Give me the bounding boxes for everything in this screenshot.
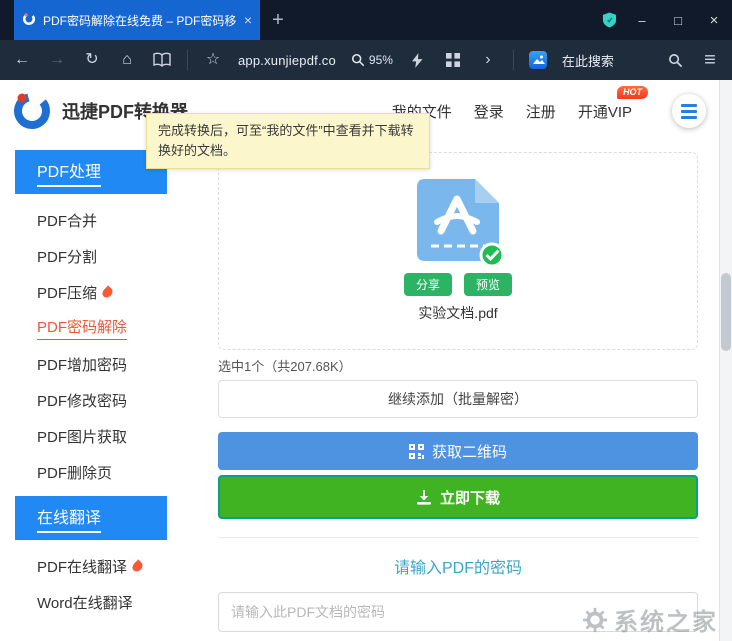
- tab-close-icon[interactable]: ×: [244, 13, 252, 27]
- header-link-vip[interactable]: 开通VIP HOT: [578, 101, 632, 122]
- sidebar-item-pdf-merge[interactable]: PDF合并: [15, 202, 167, 238]
- web-page: 迅捷PDF转换器 我的文件 登录 注册 开通VIP HOT 完成转换后，可至“我…: [0, 80, 732, 641]
- bookmark-star-icon[interactable]: ☆: [203, 52, 223, 68]
- qr-code-icon: [409, 444, 424, 459]
- qr-button-label: 获取二维码: [432, 441, 507, 462]
- maximize-button[interactable]: □: [660, 13, 696, 28]
- add-more-button[interactable]: 继续添加（批量解密）: [218, 380, 698, 418]
- sidebar-item-pdf-delete-pages[interactable]: PDF删除页: [15, 454, 167, 490]
- refresh-icon[interactable]: ↻: [82, 52, 102, 68]
- main-content: 分享 预览 实验文档.pdf 选中1个（共207.68K） 继续添加（批量解密）…: [218, 152, 698, 632]
- hot-badge: HOT: [617, 86, 648, 99]
- download-now-button[interactable]: 立即下载: [218, 475, 698, 519]
- watermark: 系统之家: [582, 602, 718, 637]
- sidebar-item-pdf-add-password[interactable]: PDF增加密码: [15, 346, 167, 382]
- sidebar-item-pdf-change-password[interactable]: PDF修改密码: [15, 382, 167, 418]
- page-scrollbar[interactable]: [719, 80, 732, 641]
- browser-shield-icon[interactable]: [594, 12, 624, 28]
- back-icon[interactable]: ←: [12, 52, 32, 68]
- selection-info: 选中1个（共207.68K）: [218, 356, 698, 374]
- navbar-divider: [513, 50, 514, 70]
- address-url[interactable]: app.xunjiepdf.co: [238, 53, 336, 68]
- quick-app-icon[interactable]: [529, 51, 547, 69]
- qr-grid-icon[interactable]: [443, 53, 463, 67]
- sidebar-section-pdf-processing: PDF处理: [15, 150, 167, 194]
- reader-mode-icon[interactable]: [152, 52, 172, 68]
- close-button[interactable]: ×: [696, 12, 732, 29]
- zoom-level: 95%: [369, 53, 393, 67]
- site-menu-button[interactable]: [672, 94, 706, 128]
- sidebar-item-pdf-password-remove[interactable]: PDF密码解除: [15, 310, 167, 346]
- file-dropzone: 分享 预览 实验文档.pdf: [218, 152, 698, 350]
- watermark-text: 系统之家: [614, 602, 718, 637]
- site-logo: [10, 89, 54, 133]
- info-tooltip: 完成转换后，可至“我的文件”中查看并下载转换好的文档。: [146, 113, 430, 169]
- sidebar-section-online-translate: 在线翻译: [15, 496, 167, 540]
- file-actions: 分享 预览: [404, 273, 512, 296]
- header-links: 我的文件 登录 注册 开通VIP HOT: [392, 94, 706, 128]
- sidebar-list: PDF在线翻译 Word在线翻译: [15, 540, 167, 620]
- sidebar-list: PDF合并 PDF分割 PDF压缩 PDF密码解除 PDF增加密码 PDF修改密…: [15, 194, 167, 490]
- vip-label: 开通VIP: [578, 104, 632, 121]
- file-name: 实验文档.pdf: [418, 303, 497, 323]
- get-qr-code-button[interactable]: 获取二维码: [218, 432, 698, 470]
- new-tab-button[interactable]: +: [260, 0, 296, 40]
- sidebar-item-pdf-translate[interactable]: PDF在线翻译: [15, 548, 167, 584]
- tab-favicon-icon: [22, 12, 36, 29]
- forward-icon[interactable]: →: [47, 52, 67, 68]
- pdf-file-icon: [413, 175, 503, 265]
- zoom-control[interactable]: 95%: [351, 53, 393, 67]
- header-link-register[interactable]: 注册: [526, 101, 556, 122]
- lightning-icon[interactable]: [408, 53, 428, 68]
- section-header-label: 在线翻译: [37, 504, 101, 533]
- search-icon[interactable]: [665, 53, 685, 68]
- sidebar-item-pdf-compress[interactable]: PDF压缩: [15, 274, 167, 310]
- browser-titlebar: PDF密码解除在线免费 – PDF密码移 × + – □ ×: [0, 0, 732, 40]
- expand-chevron-icon[interactable]: ›: [478, 52, 498, 68]
- fire-icon: [130, 559, 144, 573]
- download-icon: [416, 490, 432, 505]
- sidebar: PDF处理 PDF合并 PDF分割 PDF压缩 PDF密码解除 PDF增加密码 …: [15, 150, 167, 620]
- section-header-label: PDF处理: [37, 158, 101, 187]
- sidebar-item-pdf-extract-images[interactable]: PDF图片获取: [15, 418, 167, 454]
- minimize-button[interactable]: –: [624, 13, 660, 28]
- header-link-login[interactable]: 登录: [474, 101, 504, 122]
- home-icon[interactable]: ⌂: [117, 52, 137, 68]
- browser-window: PDF密码解除在线免费 – PDF密码移 × + – □ × ← → ↻ ⌂: [0, 0, 732, 641]
- scrollbar-thumb[interactable]: [721, 273, 731, 351]
- tab-title: PDF密码解除在线免费 – PDF密码移: [43, 12, 237, 29]
- gear-icon: [582, 607, 608, 633]
- fire-icon: [100, 285, 114, 299]
- share-button[interactable]: 分享: [404, 273, 452, 296]
- sidebar-item-word-translate[interactable]: Word在线翻译: [15, 584, 167, 620]
- preview-button[interactable]: 预览: [464, 273, 512, 296]
- search-here-label[interactable]: 在此搜索: [562, 51, 614, 70]
- download-button-label: 立即下载: [440, 487, 500, 508]
- sidebar-item-pdf-split[interactable]: PDF分割: [15, 238, 167, 274]
- navbar-divider: [187, 50, 188, 70]
- browser-tab[interactable]: PDF密码解除在线免费 – PDF密码移 ×: [14, 0, 260, 40]
- browser-navbar: ← → ↻ ⌂ ☆ app.xunjiepdf.co 95%: [0, 40, 732, 80]
- window-controls: – □ ×: [594, 0, 732, 40]
- password-heading: 请输入PDF的密码: [218, 554, 698, 578]
- browser-menu-icon[interactable]: ≡: [700, 50, 720, 70]
- zoom-magnifier-icon: [351, 53, 365, 67]
